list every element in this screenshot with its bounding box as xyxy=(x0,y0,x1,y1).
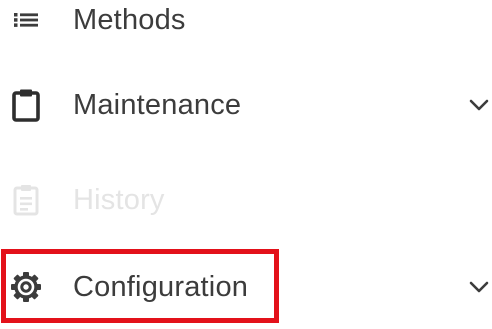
nav-item-label: History xyxy=(73,183,165,216)
clipboard-icon xyxy=(8,87,44,123)
list-icon xyxy=(8,2,44,38)
chevron-down-icon[interactable] xyxy=(466,92,492,118)
sidebar-nav: Methods Maintenance History Configuratio… xyxy=(0,0,492,329)
history-list-icon xyxy=(8,182,44,218)
chevron-down-icon[interactable] xyxy=(466,274,492,300)
nav-item-label: Methods xyxy=(73,3,186,36)
nav-item-maintenance[interactable]: Maintenance xyxy=(0,75,492,135)
nav-item-configuration[interactable]: Configuration xyxy=(0,257,492,317)
gear-icon xyxy=(8,269,44,305)
nav-item-methods[interactable]: Methods xyxy=(0,0,492,50)
nav-item-label: Maintenance xyxy=(73,88,242,121)
nav-item-label: Configuration xyxy=(73,270,249,303)
nav-item-history[interactable]: History xyxy=(0,170,492,230)
